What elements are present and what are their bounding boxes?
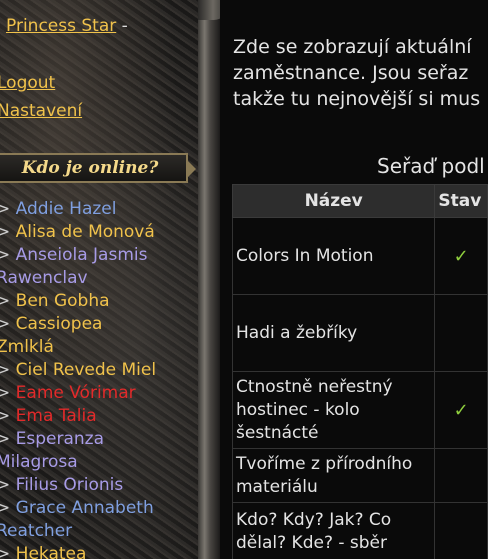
online-user-link[interactable]: Grace Annabeth Reatcher (0, 498, 154, 541)
online-user-link[interactable]: Eame Vórimar (16, 383, 136, 403)
column-divider (198, 0, 220, 559)
bullet-icon: > (0, 383, 11, 403)
state-cell (434, 294, 488, 372)
online-user-link[interactable]: Alisa de Monová (16, 222, 155, 242)
table-row[interactable]: Tvoříme z přírodního materiálu (231, 448, 488, 503)
game-name[interactable]: Hadi a žebříky (231, 294, 436, 372)
online-user-row: > Cassiopea Zmlklá (0, 313, 126, 359)
online-user-row: > Addie Hazel (0, 198, 198, 221)
bullet-icon: > (0, 245, 11, 265)
online-user-link[interactable]: Filius Orionis (16, 475, 124, 495)
intro-line: zaměstnance. Jsou seřaz (233, 62, 469, 84)
table-row[interactable]: Colors In Motion ✓ (231, 217, 488, 295)
games-table: Název Stav Colors In Motion ✓ Hadi a žeb… (231, 184, 488, 559)
online-user-link[interactable]: Ben Gobha (16, 291, 110, 311)
online-banner: Kdo je online? (0, 153, 196, 183)
online-user-row: > Eame Vórimar (0, 382, 198, 405)
user-separator: - (121, 16, 128, 36)
table-header-row: Název Stav (231, 184, 488, 218)
bullet-icon: > (0, 291, 11, 311)
user-profile-line: Princess Star - (6, 16, 128, 36)
state-check-icon: ✓ (434, 217, 488, 295)
bullet-icon: > (0, 314, 11, 334)
banner-arrow-icon (187, 160, 196, 178)
column-header-state[interactable]: Stav (434, 184, 488, 218)
bullet-icon: > (0, 199, 11, 219)
bullet-icon: > (0, 475, 11, 495)
bullet-icon: > (0, 498, 11, 518)
online-user-link[interactable]: Esperanza Milagrosa (0, 429, 104, 472)
sort-label: Seřaď podl (377, 154, 485, 178)
table-row[interactable]: Ctnostně neřestný hostinec - kolo šestná… (231, 371, 488, 449)
online-title: Kdo je online? (21, 158, 159, 178)
online-user-link[interactable]: Ema Talia (16, 406, 97, 426)
table-row[interactable]: Kdo? Kdy? Jak? Co dělal? Kde? - sběr (231, 502, 488, 559)
online-user-row: > Filius Orionis (0, 474, 198, 497)
online-user-list: > Addie Hazel > Alisa de Monová > Anseio… (0, 198, 198, 559)
bullet-icon: > (0, 406, 11, 426)
online-user-row: > Ben Gobha (0, 290, 198, 313)
intro-line: Zde se zobrazují aktuální (233, 36, 472, 58)
online-user-link[interactable]: Cassiopea Zmlklá (0, 314, 102, 357)
intro-text: Zde se zobrazují aktuální zaměstnance. J… (233, 34, 488, 112)
table-row[interactable]: Hadi a žebříky (231, 294, 488, 372)
online-user-link[interactable]: Anseiola Jasmis Rawenclav (0, 245, 147, 288)
user-profile-link[interactable]: Princess Star (6, 16, 116, 36)
online-user-link[interactable]: Hekatea (16, 544, 87, 559)
state-cell (434, 502, 488, 559)
intro-line: takže tu nejnovější si mus (233, 88, 481, 110)
online-user-link[interactable]: Ciel Revede Miel (16, 360, 156, 380)
game-name[interactable]: Tvoříme z přírodního materiálu (231, 448, 436, 503)
bullet-icon: > (0, 360, 11, 380)
online-user-row: > Ema Talia (0, 405, 198, 428)
game-name[interactable]: Colors In Motion (231, 217, 436, 295)
bullet-icon: > (0, 429, 11, 449)
game-name[interactable]: Ctnostně neřestný hostinec - kolo šestná… (231, 371, 436, 449)
online-user-row: > Hekatea (0, 543, 198, 559)
state-check-icon: ✓ (434, 371, 488, 449)
main-content: Zde se zobrazují aktuální zaměstnance. J… (220, 0, 488, 559)
state-cell (434, 448, 488, 503)
column-header-name[interactable]: Název (231, 184, 436, 218)
bullet-icon: > (0, 544, 11, 559)
online-user-row: > Esperanza Milagrosa (0, 428, 116, 474)
online-user-row: > Anseiola Jasmis Rawenclav (0, 244, 156, 290)
logout-link[interactable]: Logout (0, 73, 55, 93)
online-user-link[interactable]: Addie Hazel (16, 199, 117, 219)
online-user-row: > Ciel Revede Miel (0, 359, 198, 382)
sidebar: Princess Star - Logout Nastavení Kdo je … (0, 0, 198, 559)
bullet-icon: > (0, 222, 11, 242)
online-user-row: > Grace Annabeth Reatcher (0, 497, 156, 543)
online-user-row: > Alisa de Monová (0, 221, 198, 244)
game-name[interactable]: Kdo? Kdy? Jak? Co dělal? Kde? - sběr (231, 502, 436, 559)
settings-link[interactable]: Nastavení (0, 101, 82, 121)
